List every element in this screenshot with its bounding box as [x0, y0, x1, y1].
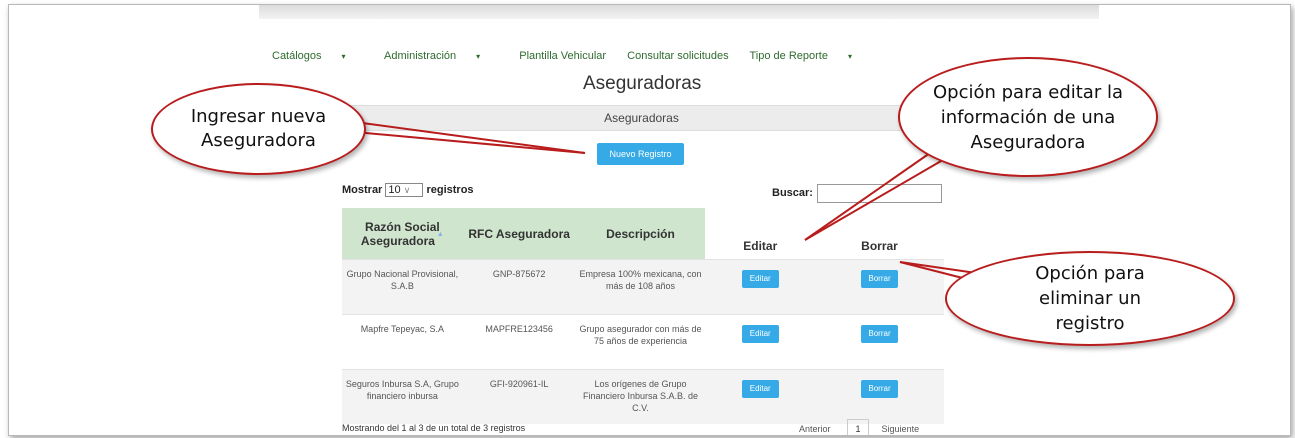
nav-item-catalogos[interactable]: Catálogos ▾ — [272, 50, 364, 62]
new-record-button[interactable]: Nuevo Registro — [597, 143, 684, 165]
length-label: Mostrar — [342, 183, 383, 196]
page-title: Aseguradoras — [583, 73, 702, 94]
table-row: Mapfre Tepeyac, S.A MAPFRE123456 Grupo a… — [342, 314, 944, 370]
pagination-page[interactable]: 1 — [847, 419, 870, 435]
cell-razon: Grupo Nacional Provisional, S.A.B — [342, 259, 463, 315]
callout-nuevo: Ingresar nueva Aseguradora — [151, 83, 366, 175]
nav-item-tipo-reporte[interactable]: Tipo de Reporte ▾ — [750, 50, 871, 62]
cell-descripcion: Grupo asegurador con más de 75 años de e… — [575, 314, 706, 370]
page-length-control: Mostrar 10 ∨ registros — [342, 183, 474, 197]
column-header-rfc[interactable]: RFC Aseguradora — [462, 208, 576, 260]
top-bar — [259, 5, 1099, 19]
search-label: Buscar: — [772, 187, 813, 199]
cell-razon: Mapfre Tepeyac, S.A — [342, 314, 463, 370]
nav-item-consultar[interactable]: Consultar solicitudes — [627, 50, 729, 62]
cell-rfc: GFI-920961-IL — [462, 369, 576, 424]
cell-rfc: MAPFRE123456 — [462, 314, 576, 370]
column-header-editar: Editar — [705, 208, 816, 260]
cell-descripcion: Empresa 100% mexicana, con más de 108 añ… — [575, 259, 706, 315]
search-input[interactable] — [817, 184, 942, 203]
column-header-borrar: Borrar — [815, 208, 944, 260]
panel-header: Aseguradoras — [339, 105, 944, 131]
caret-down-icon: ▾ — [476, 52, 481, 61]
length-suffix: registros — [426, 183, 474, 196]
aseguradoras-table: Razón Social Aseguradora ▲ RFC Asegurador… — [342, 208, 944, 424]
table-row: Grupo Nacional Provisional, S.A.B GNP-87… — [342, 259, 944, 315]
delete-button[interactable]: Borrar — [861, 325, 899, 343]
cell-descripcion: Los orígenes de Grupo Financiero Inbursa… — [575, 369, 706, 424]
edit-button[interactable]: Editar — [741, 270, 779, 288]
edit-button[interactable]: Editar — [741, 325, 779, 343]
pagination: Anterior 1 Siguiente — [799, 419, 920, 435]
table-info: Mostrando del 1 al 3 de un total de 3 re… — [342, 423, 526, 433]
sort-asc-icon: ▲ — [436, 230, 444, 238]
pagination-next[interactable]: Siguiente — [882, 424, 920, 434]
caret-down-icon: ▾ — [341, 52, 346, 61]
cell-rfc: GNP-875672 — [462, 259, 576, 315]
page-length-select[interactable]: 10 ∨ — [385, 183, 424, 197]
nav-item-plantilla[interactable]: Plantilla Vehicular — [519, 50, 606, 62]
caret-down-icon: ▾ — [847, 52, 852, 61]
edit-button[interactable]: Editar — [741, 380, 779, 398]
column-header-descripcion[interactable]: Descripción — [575, 208, 706, 260]
pagination-prev[interactable]: Anterior — [799, 424, 831, 434]
delete-button[interactable]: Borrar — [861, 270, 899, 288]
delete-button[interactable]: Borrar — [861, 380, 899, 398]
callout-editar: Opción para editar la información de una… — [898, 57, 1158, 177]
column-header-razon[interactable]: Razón Social Aseguradora ▲ — [342, 208, 463, 260]
main-nav: Catálogos ▾ Administración ▾ Plantilla Veh… — [272, 50, 888, 62]
callout-eliminar: Opción para eliminar un registro — [945, 251, 1235, 346]
nav-item-administracion[interactable]: Administración ▾ — [384, 50, 498, 62]
table-row: Seguros Inbursa S.A, Grupo financiero in… — [342, 369, 944, 424]
chevron-down-icon: ∨ — [403, 185, 411, 195]
cell-razon: Seguros Inbursa S.A, Grupo financiero in… — [342, 369, 463, 424]
